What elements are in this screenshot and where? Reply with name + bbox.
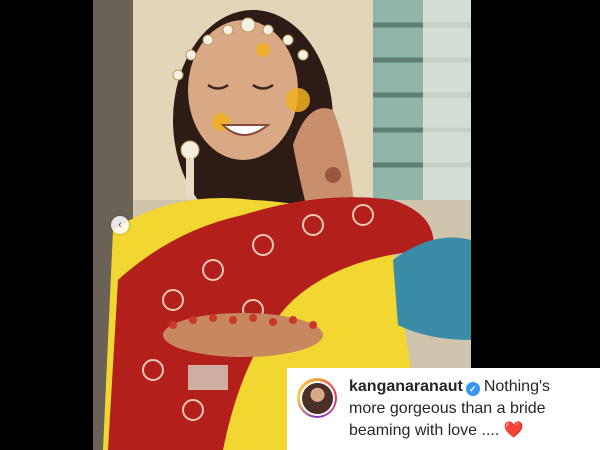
screen: ‹ kanganaranaut ✓ Nothing's more gorgeous … — [0, 0, 600, 450]
verified-badge-icon: ✓ — [465, 382, 480, 396]
avatar[interactable] — [297, 378, 337, 418]
carousel-prev-button[interactable]: ‹ — [111, 216, 129, 234]
avatar-image — [301, 382, 333, 414]
heart-emoji-icon: ❤️ — [503, 422, 524, 439]
avatar-ring — [299, 380, 335, 416]
comment-card: kanganaranaut ✓ Nothing's more gorgeous th… — [287, 368, 600, 450]
chevron-left-icon: ‹ — [118, 218, 122, 231]
comment-text: kanganaranaut ✓ Nothing's more gorgeous th… — [349, 376, 590, 450]
username-link[interactable]: kanganaranaut — [349, 378, 463, 395]
